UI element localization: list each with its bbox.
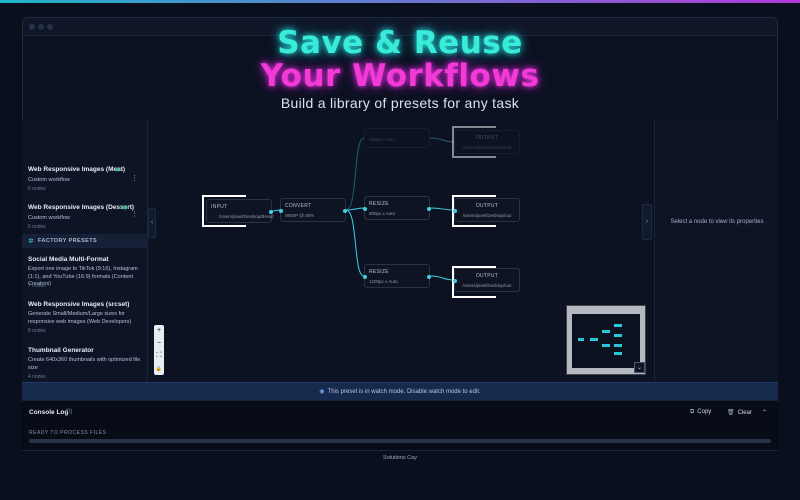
- hero-banner: Save & Reuse Your Workflows Build a libr…: [0, 26, 800, 111]
- watch-mode-banner: ◉ This preset is in watch mode. Disable w…: [22, 382, 778, 400]
- minimap-toggle-button[interactable]: ⌄: [634, 362, 645, 373]
- output-port[interactable]: [343, 209, 347, 213]
- copy-log-button[interactable]: ⧉ Copy: [690, 409, 711, 416]
- input-port[interactable]: [363, 275, 367, 279]
- chevron-up-icon: ⌃: [762, 410, 768, 416]
- output-node-1[interactable]: OUTPUT /Users/pixel/Desktop/out: [453, 198, 520, 222]
- preset-node-count: 7 nodes: [28, 283, 46, 289]
- hero-headline-line1: Save & Reuse: [277, 25, 523, 61]
- console-panel: Console Log (0) ⧉ Copy 🗑 Clear ⌃ READY TO …: [22, 400, 778, 450]
- collapse-sidebar-button[interactable]: ‹: [148, 208, 156, 238]
- hero-headline-line2: Your Workflows: [260, 58, 540, 94]
- preset-item-srcset[interactable]: Web Responsive Images (srcset) Generate …: [22, 296, 147, 338]
- eye-icon: ◉: [319, 389, 325, 395]
- more-options-icon[interactable]: ⋮: [131, 210, 138, 218]
- top-accent-line: [0, 0, 800, 3]
- copy-icon: ⧉: [690, 409, 695, 415]
- minimap-viewport: [572, 314, 640, 368]
- preset-title: Web Responsive Images (srcset): [28, 301, 130, 308]
- lock-icon[interactable]: 🔒: [154, 363, 164, 376]
- zoom-controls: + − ⛶ 🔒: [154, 325, 164, 375]
- output-port[interactable]: [427, 275, 431, 279]
- resize-node-800[interactable]: RESIZE 800px x Auto: [363, 196, 431, 220]
- console-count: (0): [65, 409, 73, 415]
- collapse-console-button[interactable]: ⌃: [762, 409, 767, 416]
- preset-node-count: 6 nodes: [28, 224, 46, 230]
- check-circle-icon: ◉: [122, 205, 128, 211]
- preset-description: Generate Small/Medium/Large sizes for re…: [28, 311, 132, 325]
- console-title: Console Log: [29, 409, 69, 416]
- app-footer: Solutions Cay: [22, 450, 778, 465]
- expand-properties-button[interactable]: ›: [642, 204, 652, 240]
- preset-title: Social Media Multi-Format: [28, 256, 109, 263]
- chevron-left-icon: ‹: [150, 219, 154, 226]
- more-options-icon[interactable]: ⋮: [131, 174, 138, 182]
- resize-node-faded[interactable]: 400px x Auto: [364, 128, 430, 148]
- output-node-2[interactable]: OUTPUT /Users/pixel/Desktop/out: [453, 268, 520, 292]
- preset-title: Thumbnail Generator: [28, 347, 94, 354]
- preset-node-count: 4 nodes: [28, 374, 46, 380]
- resize-node-1200[interactable]: RESIZE 1200px x Auto: [363, 264, 431, 288]
- preset-description: Create 640x360 thumbnails with optimized…: [28, 357, 141, 371]
- preset-item-dessert[interactable]: Web Responsive Images (Dessert) ◉ Custom…: [22, 198, 147, 234]
- hero-subtitle: Build a library of presets for any task: [280, 95, 520, 111]
- clear-log-button[interactable]: 🗑 Clear: [727, 409, 752, 416]
- footer-text: Solutions Cay: [383, 455, 417, 461]
- preset-item-thumbnail[interactable]: Thumbnail Generator Create 640x360 thumb…: [22, 342, 147, 382]
- output-node-faded[interactable]: OUTPUT /Users/pixel/Desktop/out: [454, 130, 520, 154]
- input-port[interactable]: [363, 207, 367, 211]
- watch-mode-message: This preset is in watch mode. Disable wa…: [327, 389, 481, 395]
- input-port[interactable]: [279, 209, 283, 213]
- convert-node[interactable]: CONVERT WEBP @ 80%: [279, 198, 347, 222]
- check-circle-icon: ◉: [115, 167, 121, 173]
- presets-sidebar: Web Responsive Images (Meat) ◉ Custom wo…: [22, 120, 148, 382]
- trash-icon: 🗑: [727, 410, 735, 416]
- input-node[interactable]: INPUT /Users/pixel/Desktop/Bread: [206, 199, 274, 223]
- preset-item-social-media[interactable]: Social Media Multi-Format Export one ima…: [22, 250, 147, 292]
- output-port[interactable]: [427, 207, 431, 211]
- properties-panel: Select a node to view its properties: [654, 120, 778, 382]
- fit-view-button[interactable]: ⛶: [154, 350, 164, 363]
- console-status: READY TO PROCESS FILES: [29, 430, 107, 436]
- output-port[interactable]: [269, 210, 273, 214]
- sparkle-icon: ✲: [28, 238, 34, 245]
- chevron-down-icon: ⌄: [636, 365, 643, 371]
- chevron-right-icon: ›: [645, 218, 649, 225]
- zoom-in-button[interactable]: +: [154, 325, 164, 338]
- preset-description: Custom workflow: [28, 177, 70, 183]
- progress-bar: [29, 439, 771, 443]
- preset-description: Custom workflow: [28, 215, 70, 221]
- preset-node-count: 6 nodes: [28, 186, 46, 192]
- preset-node-count: 8 nodes: [28, 328, 46, 334]
- zoom-out-button[interactable]: −: [154, 338, 164, 351]
- factory-presets-header: ✲ FACTORY PRESETS: [22, 234, 147, 248]
- preset-title: Web Responsive Images (Dessert): [28, 204, 135, 211]
- preset-item-meat[interactable]: Web Responsive Images (Meat) ◉ Custom wo…: [22, 160, 147, 196]
- preset-title: Web Responsive Images (Meat): [28, 166, 126, 173]
- properties-empty-message: Select a node to view its properties: [670, 219, 764, 225]
